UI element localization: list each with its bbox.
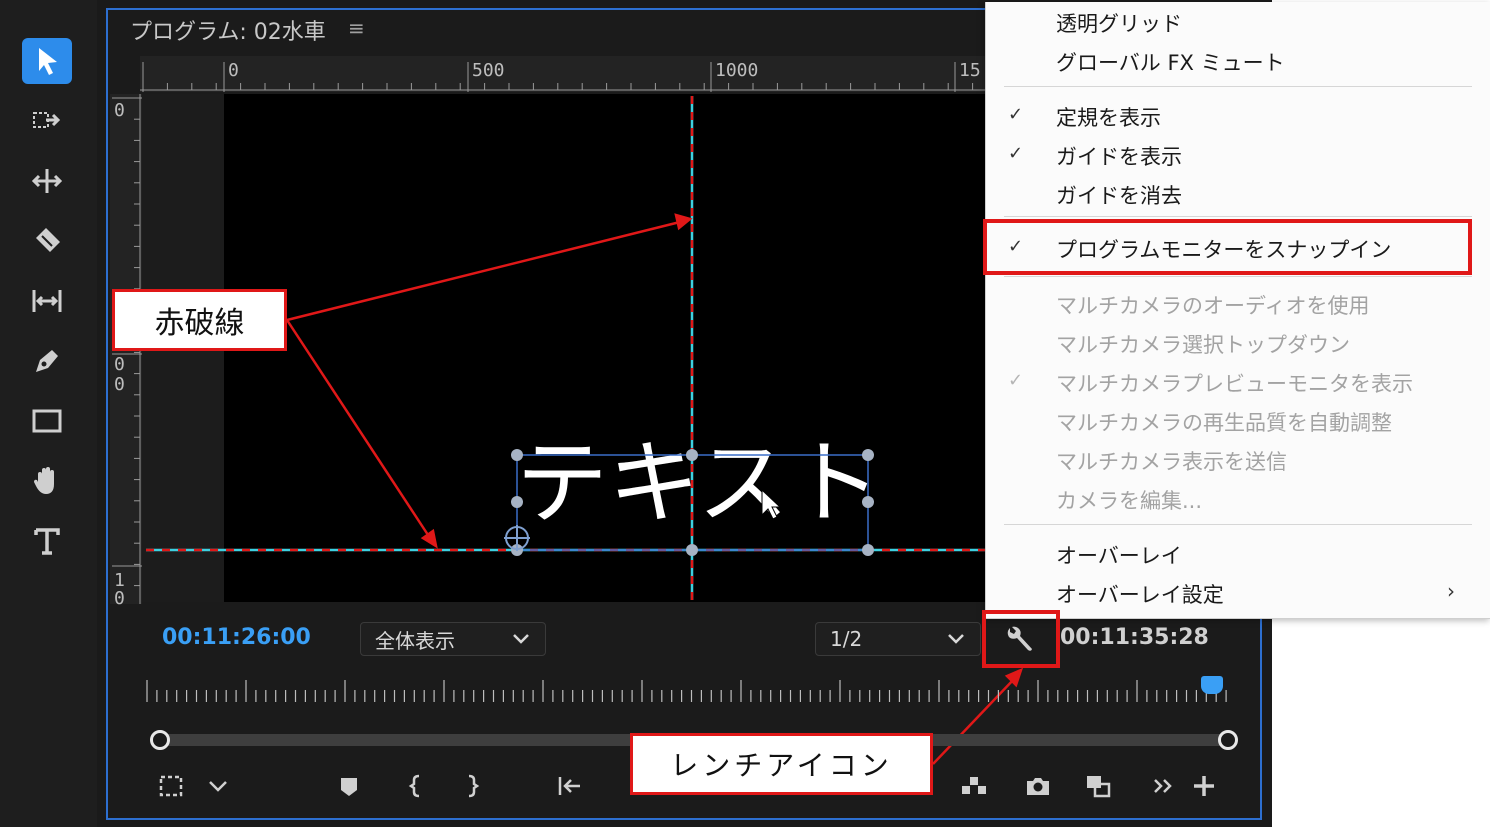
menu-item-label: 透明グリッド (1056, 12, 1182, 36)
compare-view-icon[interactable] (1082, 770, 1114, 802)
menu-item-multicam-playback-quality[interactable]: マルチカメラの再生品質を自動調整 (986, 403, 1490, 439)
red-dashed-line-callout: 赤破線 (112, 289, 287, 351)
menu-separator (1004, 524, 1472, 525)
export-frame-compare-icon[interactable] (958, 770, 990, 802)
menu-item-multicam-send-display[interactable]: マルチカメラ表示を送信 (986, 442, 1490, 478)
chevron-down-icon (513, 634, 529, 644)
menu-item-multicam-audio[interactable]: マルチカメラのオーディオを使用 (986, 286, 1490, 322)
zoom-handle-left[interactable] (150, 730, 170, 750)
wrench-settings-menu: 透明グリッド グローバル FX ミュート ✓ 定規を表示 ✓ ガイドを表示 ガイ… (985, 2, 1490, 619)
playback-resolution-dropdown[interactable]: 1/2 (815, 622, 981, 656)
camera-icon[interactable] (1022, 770, 1054, 802)
menu-item-label: 定規を表示 (1056, 106, 1161, 130)
chevron-down-icon[interactable] (202, 770, 234, 802)
menu-item-multicam-top-down[interactable]: マルチカメラ選択トップダウン (986, 325, 1490, 361)
menu-separator (1004, 216, 1472, 217)
add-marker-icon[interactable] (333, 770, 365, 802)
safe-margins-icon[interactable] (155, 770, 187, 802)
zoom-level-value: 全体表示 (375, 628, 455, 653)
menu-item-show-rulers[interactable]: ✓ 定規を表示 (986, 98, 1490, 134)
menu-item-label: マルチカメラ選択トップダウン (1056, 333, 1350, 357)
menu-item-label: ガイドを表示 (1056, 145, 1182, 169)
button-editor-icon[interactable] (1188, 770, 1220, 802)
time-ruler[interactable] (145, 676, 1235, 706)
menu-item-global-fx-mute[interactable]: グローバル FX ミュート (986, 43, 1490, 79)
menu-item-multicam-preview[interactable]: ✓ マルチカメラプレビューモニタを表示 (986, 364, 1490, 400)
checkmark-icon: ✓ (1008, 104, 1024, 125)
text-bounding-box (504, 449, 874, 556)
checkmark-icon: ✓ (1008, 370, 1024, 391)
menu-item-edit-cameras[interactable]: カメラを編集... (986, 481, 1490, 517)
resolution-value: 1/2 (830, 627, 863, 651)
duration-timecode: 00:11:35:28 (1060, 625, 1209, 650)
checkmark-icon: ✓ (1008, 143, 1024, 164)
menu-item-label: マルチカメラプレビューモニタを表示 (1056, 372, 1413, 396)
menu-item-label: マルチカメラの再生品質を自動調整 (1056, 411, 1392, 435)
wrench-icon-callout: レンチアイコン (630, 733, 933, 795)
submenu-arrow-icon: › (1447, 579, 1455, 603)
menu-item-overlays[interactable]: オーバーレイ (986, 536, 1490, 572)
menu-item-label: グローバル FX ミュート (1056, 51, 1285, 75)
menu-item-label: マルチカメラのオーディオを使用 (1056, 294, 1370, 318)
chevron-down-icon (948, 634, 964, 644)
menu-item-overlay-settings[interactable]: オーバーレイ設定 › (986, 575, 1490, 611)
cursor-icon (761, 488, 782, 520)
menu-separator (1004, 86, 1472, 87)
snap-in-highlight-box (983, 219, 1472, 275)
menu-item-label: オーバーレイ (1056, 544, 1182, 568)
wrench-highlight-box (982, 610, 1060, 668)
go-to-in-icon[interactable] (554, 770, 586, 802)
mark-out-icon[interactable] (456, 770, 488, 802)
menu-item-label: ガイドを消去 (1056, 184, 1182, 208)
menu-item-label: カメラを編集... (1056, 489, 1203, 513)
playhead[interactable] (1201, 676, 1223, 694)
menu-item-transparency-grid[interactable]: 透明グリッド (986, 4, 1490, 40)
menu-item-label: マルチカメラ表示を送信 (1056, 450, 1287, 474)
anchor-point-icon (504, 525, 530, 551)
more-controls-icon[interactable] (1148, 770, 1180, 802)
menu-separator (1004, 276, 1472, 277)
mark-in-icon[interactable] (400, 770, 432, 802)
menu-item-show-guides[interactable]: ✓ ガイドを表示 (986, 137, 1490, 173)
zoom-handle-right[interactable] (1218, 730, 1238, 750)
menu-item-label: オーバーレイ設定 (1056, 583, 1224, 607)
current-timecode[interactable]: 00:11:26:00 (162, 625, 311, 650)
menu-item-clear-guides[interactable]: ガイドを消去 (986, 176, 1490, 212)
zoom-level-dropdown[interactable]: 全体表示 (360, 622, 546, 656)
